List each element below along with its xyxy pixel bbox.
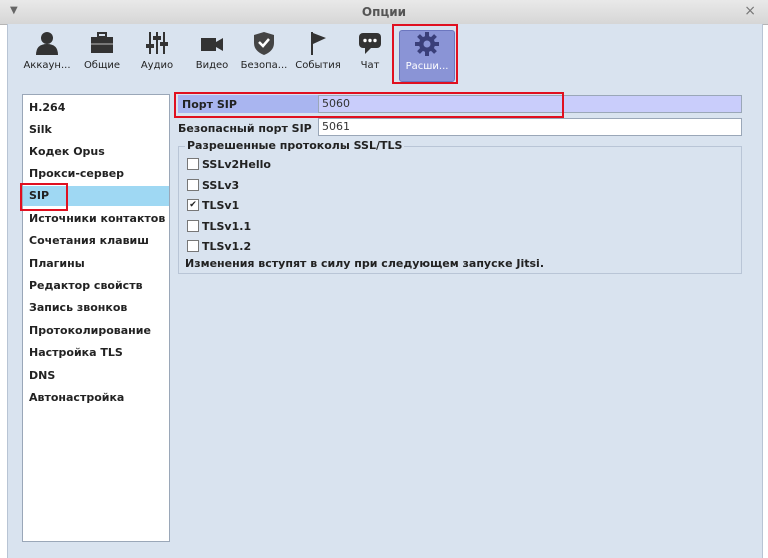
sidebar-item-tls-settings[interactable]: Настройка TLS xyxy=(23,343,169,363)
options-window: Аккаун... Общие Аудио Видео Безопа... Со… xyxy=(7,24,763,558)
user-icon xyxy=(36,32,58,55)
checkbox-label: SSLv3 xyxy=(202,178,240,192)
tab-video[interactable]: Видео xyxy=(188,30,236,80)
sidebar-item-dns[interactable]: DNS xyxy=(23,366,169,386)
sip-port-label: Порт SIP xyxy=(182,98,237,111)
sidebar-item-silk[interactable]: Silk xyxy=(23,120,169,140)
checkbox-label: SSLv2Hello xyxy=(202,157,271,171)
video-camera-icon xyxy=(201,38,223,51)
sidebar-item-keyboard-shortcuts[interactable]: Сочетания клавиш xyxy=(23,231,169,251)
sidebar-item-autoconfig[interactable]: Автонастройка xyxy=(23,388,169,408)
ssl-tls-protocols-group: Разрешенные протоколы SSL/TLS SSLv2Hello… xyxy=(178,139,742,274)
checkbox-label: TLSv1 xyxy=(202,198,240,212)
sidebar-item-property-editor[interactable]: Редактор свойств xyxy=(23,276,169,296)
gear-icon xyxy=(415,32,439,56)
checkbox-box[interactable] xyxy=(187,158,199,170)
tab-general[interactable]: Общие xyxy=(78,30,126,80)
window-title: Опции xyxy=(361,5,407,19)
tab-security[interactable]: Безопа... xyxy=(238,30,290,80)
checkbox-label: TLSv1.1 xyxy=(202,219,252,233)
sidebar-item-contact-sources[interactable]: Источники контактов xyxy=(23,209,169,229)
sidebar-item-logging[interactable]: Протоколирование xyxy=(23,321,169,341)
checkbox-label: TLSv1.2 xyxy=(202,239,252,253)
tab-chat[interactable]: Чат xyxy=(348,30,392,80)
sip-port-input[interactable]: 5060 xyxy=(318,95,742,113)
sidebar-item-call-recording[interactable]: Запись звонков xyxy=(23,298,169,318)
tab-account[interactable]: Аккаун... xyxy=(22,30,72,80)
settings-category-list: H.264 Silk Кодек Opus Прокси-сервер SIP … xyxy=(22,94,170,542)
shield-icon xyxy=(254,32,274,55)
checkbox-box[interactable] xyxy=(187,240,199,252)
toolbar: Аккаун... Общие Аудио Видео Безопа... Со… xyxy=(8,24,762,82)
briefcase-icon xyxy=(91,32,113,53)
checkbox-tlsv1-2[interactable]: TLSv1.2 xyxy=(187,239,251,255)
close-icon[interactable]: × xyxy=(744,3,756,19)
title-bar: ▼ Опции × xyxy=(0,0,768,25)
sliders-icon xyxy=(146,32,168,54)
checkbox-tlsv1[interactable]: ✔ TLSv1 xyxy=(187,198,239,214)
sidebar-item-sip[interactable]: SIP xyxy=(23,186,169,206)
sidebar-item-plugins[interactable]: Плагины xyxy=(23,254,169,274)
tab-audio[interactable]: Аудио xyxy=(132,30,182,80)
checkbox-box[interactable] xyxy=(187,179,199,191)
protocols-group-title: Разрешенные протоколы SSL/TLS xyxy=(185,139,405,152)
checkbox-box[interactable] xyxy=(187,220,199,232)
sidebar-item-h264[interactable]: H.264 xyxy=(23,98,169,118)
sidebar-item-opus-codec[interactable]: Кодек Opus xyxy=(23,142,169,162)
checkbox-sslv3[interactable]: SSLv3 xyxy=(187,178,239,194)
checkmark-icon[interactable]: ✔ xyxy=(187,199,199,211)
tab-events[interactable]: События xyxy=(292,30,344,80)
secure-sip-port-label: Безопасный порт SIP xyxy=(178,122,312,135)
flag-icon xyxy=(311,32,326,55)
secure-sip-port-input[interactable]: 5061 xyxy=(318,118,742,136)
tab-advanced[interactable]: Расши... xyxy=(399,30,455,82)
checkbox-sslv2hello[interactable]: SSLv2Hello xyxy=(187,157,271,173)
restart-note: Изменения вступят в силу при следующем з… xyxy=(185,257,544,270)
chat-bubble-icon xyxy=(359,33,381,54)
checkbox-tlsv1-1[interactable]: TLSv1.1 xyxy=(187,219,251,235)
sidebar-item-proxy-server[interactable]: Прокси-сервер xyxy=(23,164,169,184)
